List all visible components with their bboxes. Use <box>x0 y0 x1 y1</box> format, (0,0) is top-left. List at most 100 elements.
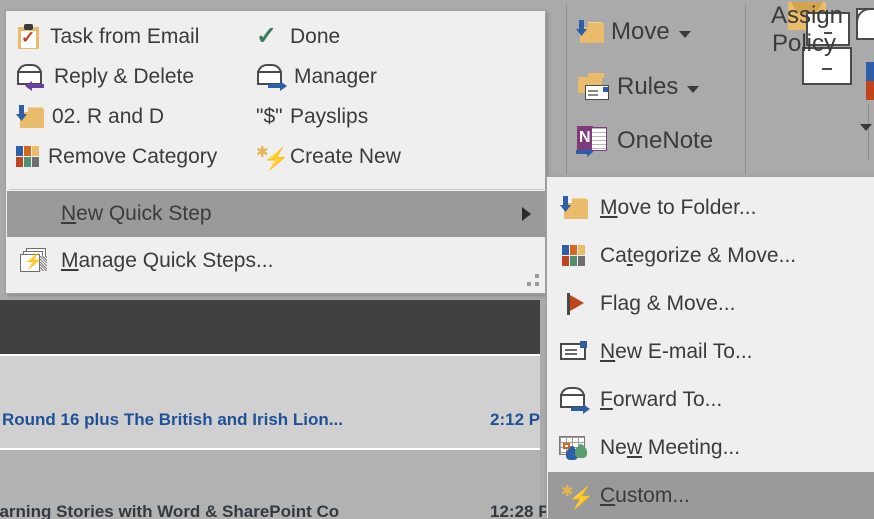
left-arrow-glyph <box>25 81 44 91</box>
label-prefix: Fla <box>600 292 630 315</box>
submenu-item-label: Flag & Move... <box>600 292 735 316</box>
quick-step-label: Reply & Delete <box>54 65 195 88</box>
label-suffix: ew E-mail To... <box>615 340 753 363</box>
accel-key: N <box>600 340 616 363</box>
label-suffix: orward To... <box>612 388 723 411</box>
move-to-folder-icon <box>560 196 588 220</box>
ribbon-button-onenote[interactable]: N OneNote <box>576 126 714 157</box>
chevron-down-icon[interactable] <box>687 85 700 93</box>
ribbon-button-move[interactable]: Move <box>576 18 691 46</box>
submenu-item-icon-slot: ✱ ⚡ <box>548 483 600 510</box>
flag-icon <box>562 292 586 316</box>
quick-step-label: Done <box>290 25 341 48</box>
move-folder-icon <box>576 20 604 44</box>
label-suffix: ustom... <box>615 484 690 507</box>
quick-step-label: Remove Category <box>48 145 218 168</box>
submenu-item-categorize-and-move[interactable]: Categorize & Move... <box>548 232 874 280</box>
lightning-custom-icon: ✱ ⚡ <box>561 483 595 510</box>
submenu-item-icon-slot <box>548 341 600 363</box>
submenu-item-new-meeting[interactable]: New Meeting... <box>548 424 874 472</box>
accel-key: M <box>600 196 618 219</box>
menu-item-manage-quick-steps-label: Manage Quick Steps... <box>61 249 545 273</box>
quick-step-label: Payslips <box>290 105 369 128</box>
label-suffix: Meeting... <box>642 436 741 459</box>
menu-item-label-suffix: anage Quick Steps... <box>78 249 274 272</box>
submenu-item-label: Categorize & Move... <box>600 244 796 268</box>
submenu-item-move-to-folder[interactable]: Move to Folder... <box>548 184 874 232</box>
assign-policy-line1: Assign <box>770 2 844 29</box>
ribbon-button-onenote-label: OneNote <box>617 127 714 154</box>
assign-policy-line2: Policy <box>771 29 837 57</box>
submenu-arrow-icon <box>522 207 531 221</box>
submenu-item-flag-and-move[interactable]: Flag & Move... <box>548 280 874 328</box>
mail-time-1: 2:12 P <box>490 410 541 429</box>
accel-key: F <box>600 388 613 411</box>
label-prefix: Ne <box>600 436 627 459</box>
mail-time-2: 12:28 P <box>490 502 550 519</box>
submenu-item-custom[interactable]: ✱ ⚡ Custom... <box>548 472 874 519</box>
submenu-item-new-email-to[interactable]: New E-mail To... <box>548 328 874 376</box>
submenu-item-label: Forward To... <box>600 388 722 412</box>
onenote-icon: N <box>576 126 610 157</box>
ribbon-button-rules[interactable]: Rules <box>576 72 700 102</box>
submenu-item-label: New Meeting... <box>600 436 740 460</box>
accel-key: w <box>626 436 643 459</box>
label-prefix: Ca <box>600 244 627 267</box>
quick-step-task-from-email[interactable]: ✓ Task from Email <box>8 17 248 57</box>
quick-step-done[interactable]: ✓ Done <box>248 17 488 57</box>
down-arrow-glyph <box>16 105 27 121</box>
category-squares-icon <box>16 146 40 168</box>
right-arrow-glyph <box>571 404 590 414</box>
quick-step-manager[interactable]: Manager <box>248 57 488 97</box>
submenu-item-icon-slot <box>548 245 600 267</box>
mail-list-row-1[interactable] <box>0 356 540 448</box>
category-squares-icon <box>562 245 586 267</box>
manage-quick-steps-icon: ⚡ <box>20 248 48 274</box>
task-from-email-icon: ✓ <box>16 24 42 50</box>
submenu-item-label: Move to Folder... <box>600 196 756 220</box>
submenu-item-forward-to[interactable]: Forward To... <box>548 376 874 424</box>
menu-resize-grip[interactable] <box>525 274 539 288</box>
accel-key: C <box>600 484 616 507</box>
mail-subject-2[interactable]: earning Stories with Word & SharePoint C… <box>0 502 339 519</box>
forward-envelope-icon <box>559 387 590 414</box>
reply-delete-icon <box>16 64 46 91</box>
accel-key: M <box>61 249 79 272</box>
quick-step-02-r-and-d[interactable]: 02. R and D <box>8 97 248 137</box>
chevron-down-icon[interactable] <box>678 30 691 38</box>
quick-step-payslips[interactable]: "$" Payslips <box>248 97 488 137</box>
quick-step-label: Manager <box>294 65 377 88</box>
quick-steps-gallery-menu: ✓ Task from Email ✓ Done Reply & Delete <box>5 10 546 294</box>
quick-step-remove-category[interactable]: Remove Category <box>8 137 248 177</box>
submenu-item-icon-slot <box>548 292 600 316</box>
move-to-folder-icon <box>16 105 44 129</box>
partial-envelope-icon <box>856 8 874 40</box>
quick-step-create-new[interactable]: ✱ ⚡ Create New <box>248 137 488 177</box>
ribbon-button-assign-policy[interactable]: Assign Policy <box>752 2 862 57</box>
label-suffix: egorize & Move... <box>632 244 797 267</box>
ribbon-button-move-label: Move <box>611 18 670 45</box>
menu-item-label-suffix: ew Quick Step <box>76 202 212 225</box>
menu-item-new-quick-step[interactable]: New Quick Step <box>7 191 545 237</box>
rules-icon <box>576 72 610 102</box>
quick-step-label: Create New <box>290 145 401 168</box>
quick-steps-gallery-grid: ✓ Task from Email ✓ Done Reply & Delete <box>8 13 541 177</box>
forward-manager-icon <box>256 64 287 91</box>
quick-step-reply-and-delete[interactable]: Reply & Delete <box>8 57 248 97</box>
new-meeting-icon <box>559 435 589 461</box>
accel-key: g <box>629 292 641 315</box>
partial-chevron-down-icon[interactable] <box>860 124 872 131</box>
submenu-item-icon-slot <box>548 387 600 414</box>
menu-item-manage-quick-steps[interactable]: ⚡ Manage Quick Steps... <box>7 238 545 284</box>
lightning-create-new-icon: ✱ ⚡ <box>256 144 290 171</box>
submenu-item-icon-slot <box>548 196 600 220</box>
dollar-payslips-icon: "$" <box>256 105 283 128</box>
mail-subject-1[interactable]: Round 16 plus The British and Irish Lion… <box>2 410 343 430</box>
label-suffix: ove to Folder... <box>617 196 757 219</box>
partial-ribbon-divider <box>868 104 874 160</box>
label-suffix: & Move... <box>640 292 736 315</box>
ribbon-button-rules-label: Rules <box>617 73 679 100</box>
ribbon-group-divider-right <box>745 4 746 174</box>
menu-item-icon-slot: ⚡ <box>7 248 61 274</box>
done-check-icon: ✓ <box>256 22 277 50</box>
